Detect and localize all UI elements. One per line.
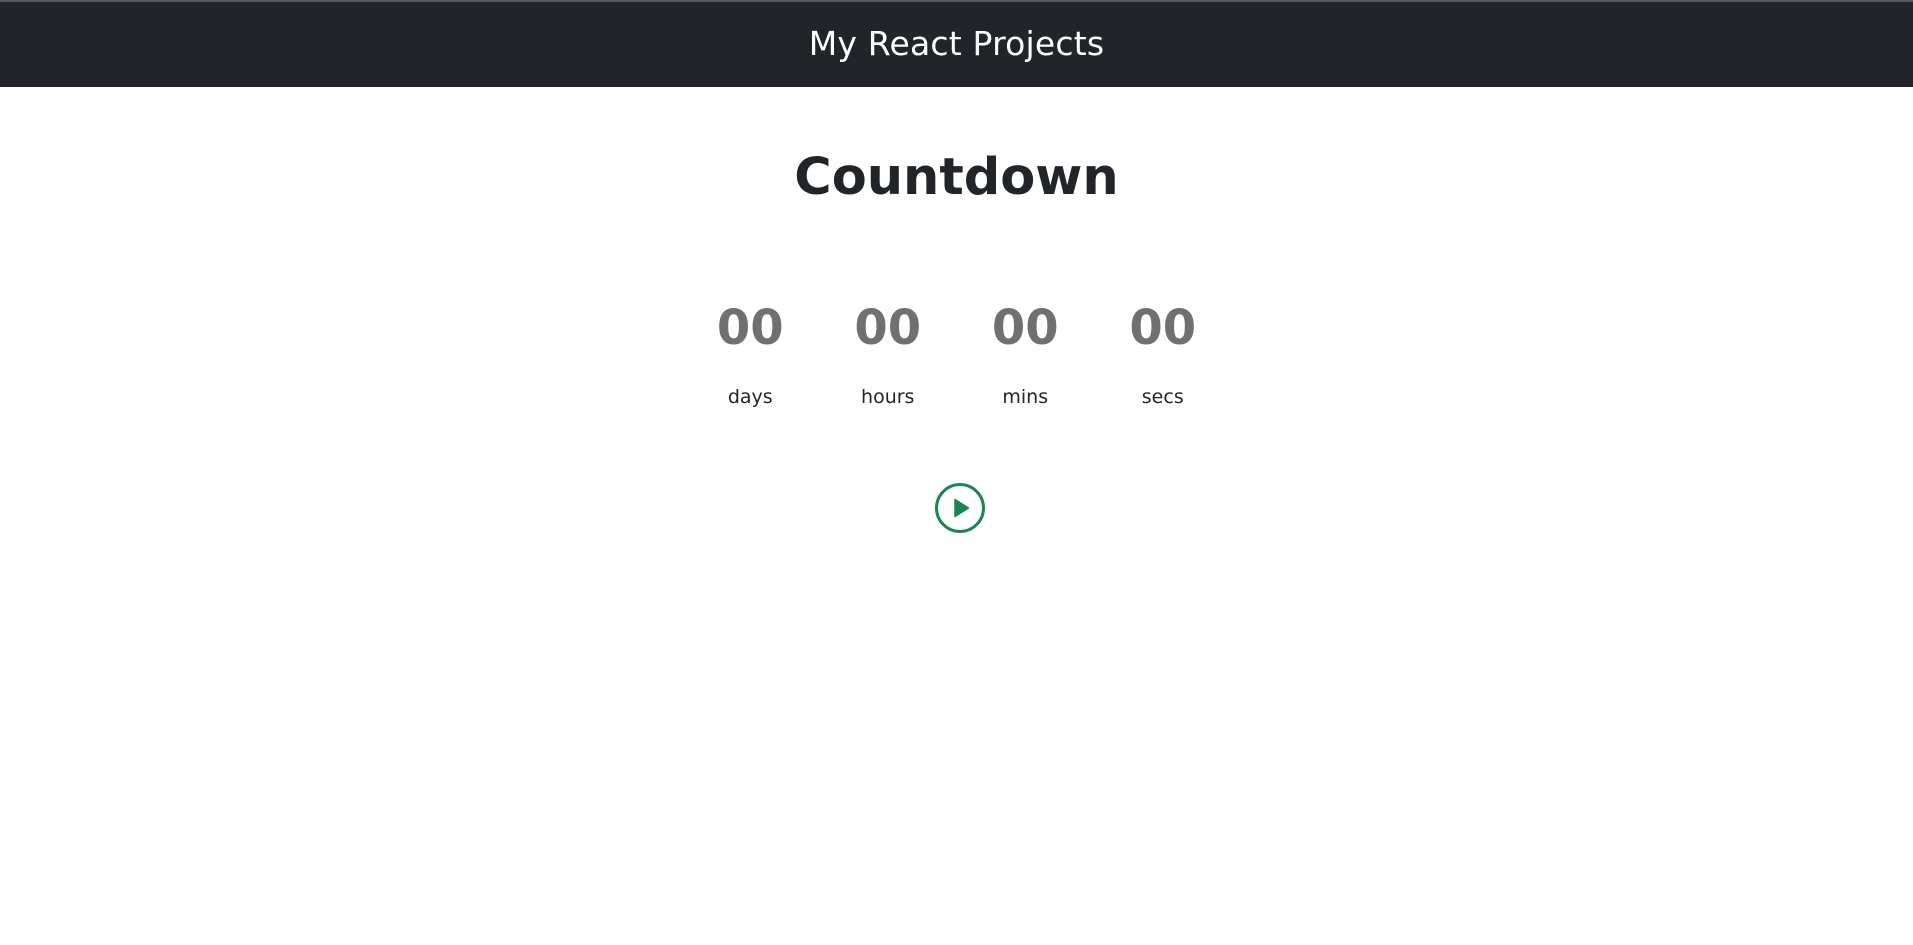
secs-value: 00 <box>1129 300 1197 356</box>
countdown-secs: 00 secs <box>1094 296 1232 410</box>
navbar-brand[interactable]: My React Projects <box>809 24 1105 63</box>
countdown-days: 00 days <box>682 296 820 410</box>
hours-label: hours <box>861 386 915 408</box>
play-circle-icon <box>935 483 985 533</box>
secs-label: secs <box>1141 386 1184 408</box>
start-countdown-button[interactable] <box>935 483 985 533</box>
days-label: days <box>727 386 773 408</box>
countdown-timer: 00 days 00 hours 00 mins 00 secs <box>0 296 1913 410</box>
mins-label: mins <box>1002 386 1049 408</box>
countdown-mins: 00 mins <box>957 296 1095 410</box>
countdown-hours: 00 hours <box>819 296 957 410</box>
page-title: Countdown <box>794 148 1119 207</box>
navbar: My React Projects <box>0 0 1913 87</box>
days-value: 00 <box>716 300 784 356</box>
mins-value: 00 <box>991 300 1059 356</box>
hours-value: 00 <box>854 300 922 356</box>
